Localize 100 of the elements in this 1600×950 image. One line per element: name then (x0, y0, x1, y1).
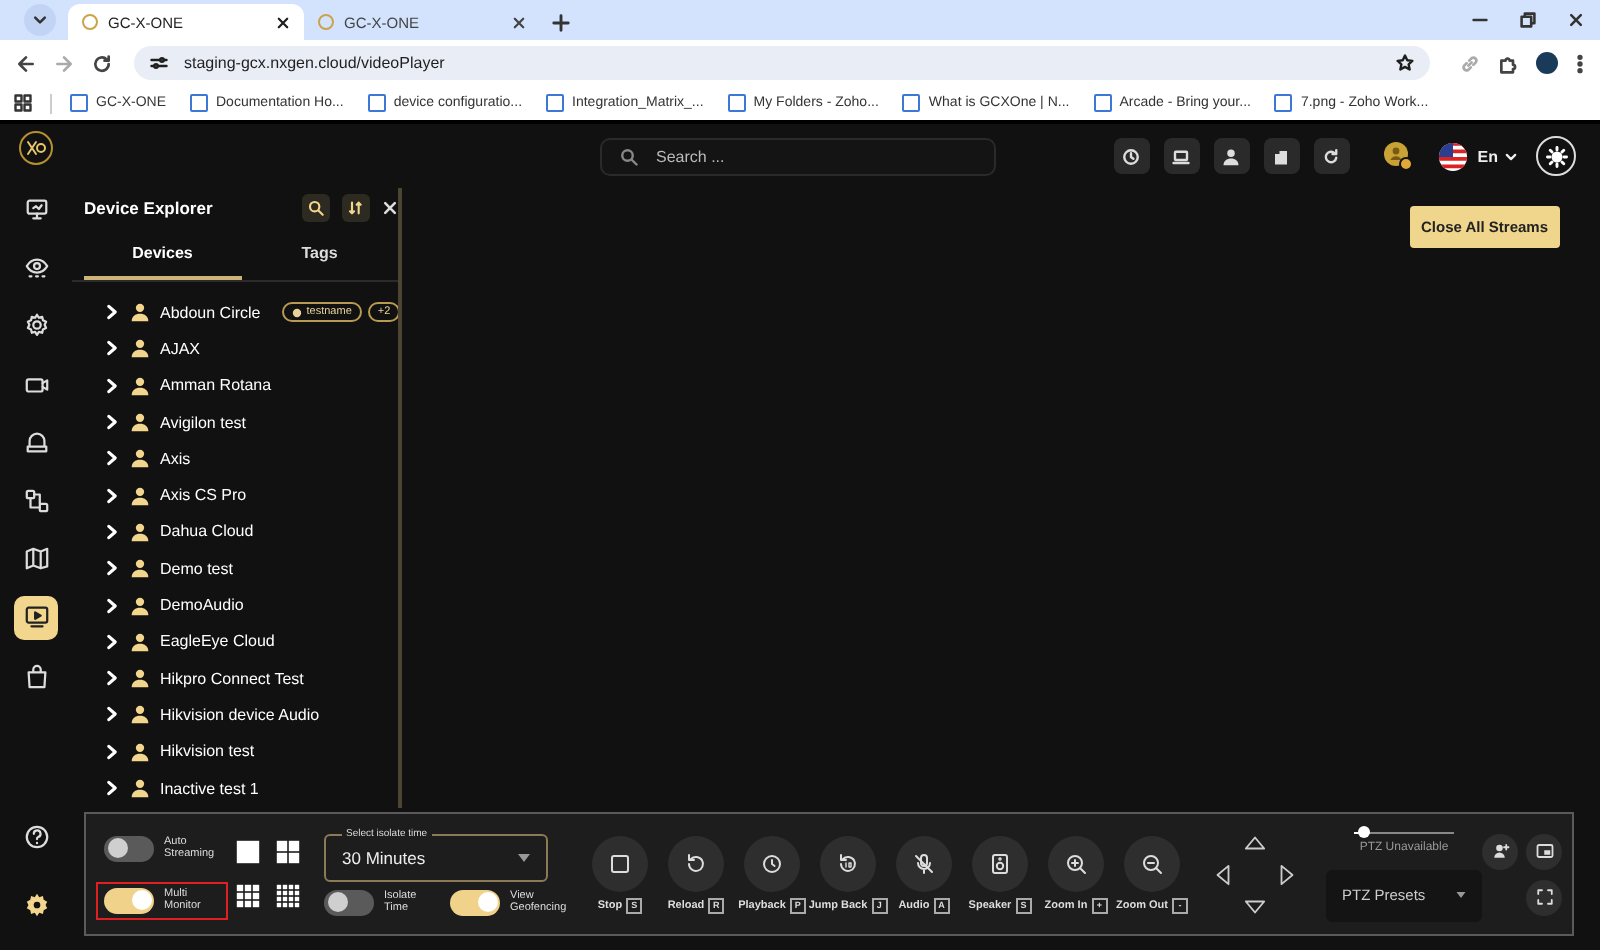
triangle-arrow-icon (1243, 831, 1265, 853)
device-name[interactable]: DemoAudio (160, 596, 244, 615)
search-icon (308, 200, 324, 216)
picture-in-picture-icon (1535, 842, 1553, 860)
expand-chevron[interactable] (104, 523, 120, 540)
grid-view-icon (276, 840, 300, 864)
layout-button[interactable] (276, 884, 300, 908)
expand-chevron[interactable] (104, 560, 120, 577)
clock-button[interactable] (1113, 138, 1150, 174)
expand-chevron[interactable] (104, 780, 120, 796)
layout-button[interactable] (236, 884, 260, 908)
close-button[interactable] (382, 200, 398, 216)
device-name[interactable]: Axis CS Pro (160, 486, 247, 505)
refresh-button[interactable] (1313, 138, 1350, 174)
new-tab-button[interactable] (552, 14, 570, 32)
muted-microphone-icon (912, 851, 936, 875)
jump-back-button[interactable] (820, 835, 876, 891)
pan-up-button[interactable] (1243, 831, 1265, 853)
toggle-switch[interactable] (324, 889, 374, 915)
person-icon (130, 631, 150, 652)
address-bar[interactable]: staging-gcx.nxgen.cloud/videoPlayer (134, 46, 1430, 80)
expand-chevron[interactable] (104, 706, 120, 723)
expand-chevron[interactable] (104, 414, 120, 431)
nav-item[interactable] (14, 595, 58, 640)
chevron-right-icon (104, 377, 120, 394)
user-button[interactable] (1213, 138, 1250, 174)
restore-icon (1520, 12, 1536, 28)
zoom-out-button[interactable] (1124, 835, 1180, 891)
shopping-bag-icon (23, 663, 49, 690)
chevron-right-icon (104, 487, 120, 504)
search-button[interactable] (302, 194, 330, 222)
person-icon (130, 558, 150, 579)
device-name[interactable]: Inactive test 1 (160, 779, 259, 797)
fullscreen-button[interactable] (1526, 879, 1562, 915)
language-selector[interactable]: En (1477, 147, 1518, 165)
expand-chevron[interactable] (104, 670, 120, 687)
back-button[interactable] (16, 53, 36, 73)
clock-icon (1122, 147, 1141, 165)
sun-icon (1545, 145, 1567, 167)
user-avatar (1381, 140, 1414, 172)
refresh-icon (1322, 147, 1341, 165)
profile-avatar[interactable] (1536, 52, 1558, 74)
favicon-icon (318, 14, 334, 30)
expand-chevron[interactable] (104, 304, 120, 321)
pan-down-button[interactable] (1243, 895, 1265, 917)
speaker-icon (988, 851, 1012, 875)
page-icon (546, 94, 565, 112)
toggle-switch[interactable] (104, 887, 154, 913)
expand-chevron[interactable] (104, 743, 120, 760)
device-name[interactable]: EagleEye Cloud (160, 632, 275, 651)
device-name[interactable]: Axis (160, 449, 191, 468)
tab-search-button[interactable] (24, 4, 56, 36)
page-icon (190, 94, 208, 112)
device-name[interactable]: Abdoun Circle (160, 303, 261, 322)
pan-left-button[interactable] (1211, 863, 1233, 885)
device-name[interactable]: Avigilon test (160, 413, 246, 432)
reload-button[interactable] (92, 53, 112, 73)
expand-chevron[interactable] (104, 597, 120, 614)
sort-icon (348, 200, 364, 216)
toggle-switch[interactable] (104, 835, 154, 861)
device-name[interactable]: Hikvision device Audio (160, 705, 320, 724)
panel-tab[interactable]: Devices (84, 228, 241, 280)
video-player-icon (23, 604, 49, 631)
monitor-button[interactable] (1163, 138, 1200, 174)
picture-in-picture-button[interactable] (1526, 833, 1562, 869)
theme-toggle-button[interactable] (1536, 136, 1576, 176)
expand-chevron[interactable] (104, 633, 120, 650)
chevron-right-icon (104, 304, 120, 321)
device-name[interactable]: Hikvision test (160, 742, 255, 761)
speaker-button[interactable] (972, 835, 1028, 891)
device-name[interactable]: Dahua Cloud (160, 522, 254, 541)
device-name[interactable]: Demo test (160, 559, 233, 578)
reload-icon (684, 851, 708, 875)
toggle-switch[interactable] (450, 889, 500, 915)
building-button[interactable] (1263, 138, 1300, 174)
playback-button[interactable] (744, 835, 800, 891)
expand-chevron[interactable] (104, 450, 120, 467)
sort-button[interactable] (342, 194, 370, 222)
person-icon (130, 521, 150, 542)
device-name[interactable]: Amman Rotana (160, 376, 272, 395)
panel-tab[interactable]: Tags (241, 228, 398, 280)
device-name[interactable]: Hikpro Connect Test (160, 669, 304, 688)
layout-button[interactable] (236, 840, 260, 864)
person-icon (130, 704, 150, 725)
zoom-out-icon (1140, 851, 1164, 875)
search-field[interactable]: Search ... (600, 137, 996, 175)
stop-button[interactable] (592, 835, 648, 891)
expand-chevron[interactable] (104, 340, 120, 357)
reload-button[interactable] (668, 835, 724, 891)
audio-button[interactable] (896, 835, 952, 891)
pan-right-button[interactable] (1275, 863, 1297, 885)
person-icon (130, 448, 150, 469)
triangle-arrow-icon (1211, 863, 1233, 885)
flag-icon (1437, 141, 1468, 171)
expand-chevron[interactable] (104, 487, 120, 504)
zoom-in-button[interactable] (1048, 835, 1104, 891)
close-icon (512, 15, 526, 29)
expand-chevron[interactable] (104, 377, 120, 394)
layout-button[interactable] (276, 840, 300, 864)
device-name[interactable]: AJAX (160, 339, 201, 358)
